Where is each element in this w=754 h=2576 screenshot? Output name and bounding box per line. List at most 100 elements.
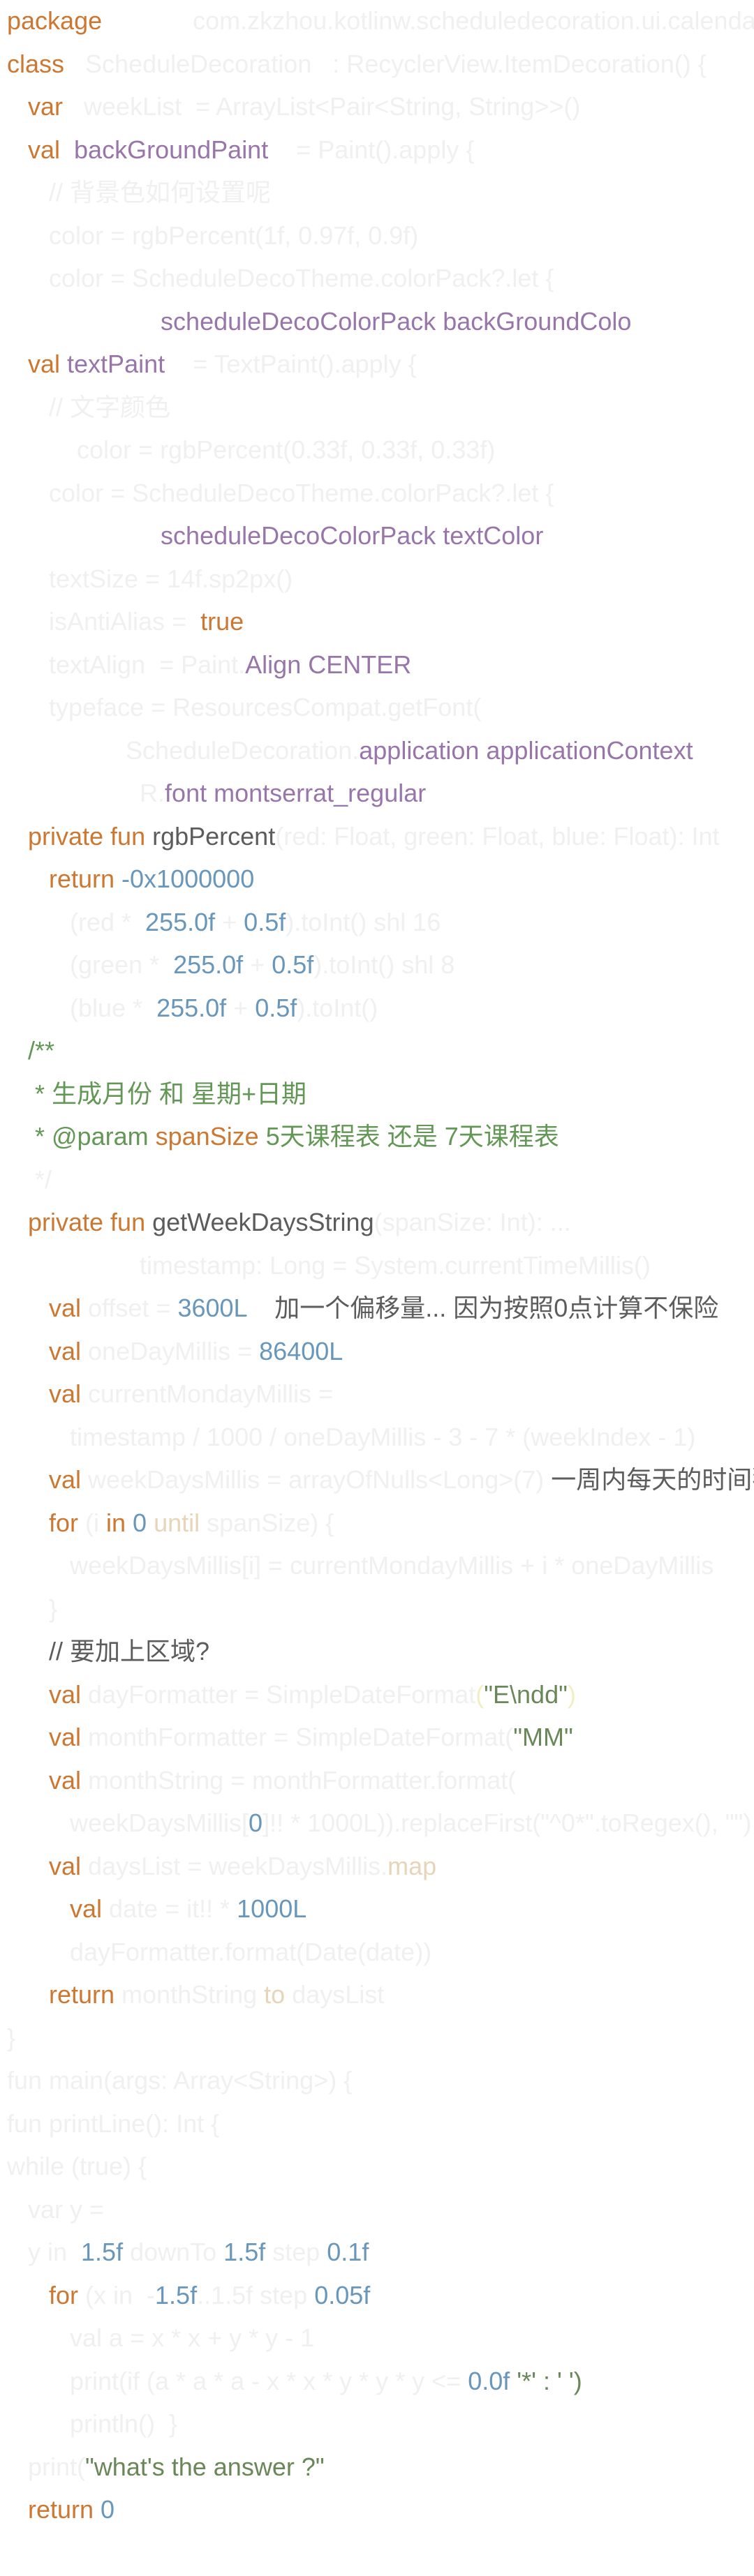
code-line: // 要加上区域? — [49, 1631, 209, 1672]
code-token: // 要加上区域? — [49, 1637, 210, 1665]
code-token: dayFormatter = SimpleDateFormat — [81, 1679, 476, 1709]
code-token: textPaint — [60, 350, 165, 378]
code-token: = TextPaint().apply { — [165, 350, 417, 378]
code-token: (red: Float, green: Float, blue: Float):… — [275, 821, 720, 851]
code-token: '*' : ' ') — [510, 2366, 582, 2395]
code-token: while (true) { — [7, 2152, 147, 2180]
code-token: until — [147, 1508, 200, 1537]
code-token: spanSize) { — [200, 1508, 334, 1537]
code-line: } — [49, 1588, 57, 1630]
code-line: val daysList = weekDaysMillis.map — [49, 1845, 436, 1887]
code-line: while (true) { — [7, 2146, 147, 2187]
code-line: textAlign = Paint.Align CENTER — [49, 644, 411, 686]
code-token: println() } — [70, 2409, 178, 2438]
code-line: color = rgbPercent(0.33f, 0.33f, 0.33f) — [49, 429, 495, 471]
code-line: return 0 — [28, 2489, 114, 2531]
code-token: textAlign = Paint. — [49, 650, 246, 679]
code-token: val — [49, 1336, 82, 1365]
code-token: offset = — [81, 1294, 178, 1322]
code-token: daysList = weekDaysMillis. — [81, 1851, 388, 1880]
code-line: val currentMondayMillis = — [49, 1373, 333, 1415]
code-line: scheduleDecoColorPack textColor — [7, 515, 543, 557]
code-token: 255.0f — [156, 993, 227, 1022]
code-token: weekDaysMillis = arrayOfNulls<Long>(7) — [81, 1465, 545, 1494]
code-line: private fun getWeekDaysString(spanSize: … — [28, 1201, 571, 1243]
code-token: 86400L — [259, 1336, 343, 1365]
code-token: ( — [475, 1679, 485, 1709]
code-token: map — [387, 1851, 437, 1880]
code-token: print(if (a * a * a - x * x * y * y * y … — [70, 2366, 468, 2395]
code-token: class — [7, 49, 65, 78]
code-line: color = ScheduleDecoTheme.colorPack?.let… — [49, 257, 554, 299]
code-line: val backGroundPaint = Paint().apply { — [28, 129, 474, 171]
code-line: return monthString to daysList — [49, 1974, 384, 2016]
code-line: (green * 255.0f + 0.5f).toInt() shl 8 — [70, 944, 454, 986]
code-line: val dayFormatter = SimpleDateFormat("E\n… — [49, 1674, 576, 1716]
code-line: val monthString = monthFormatter.format( — [49, 1760, 516, 1802]
code-line: y in 1.5f downTo 1.5f step 0.1f — [28, 2231, 369, 2273]
code-token: textSize = 14f.sp2px() — [49, 564, 293, 593]
code-token: dayFormatter.format(Date(date)) — [70, 1937, 432, 1966]
code-token: val — [70, 1894, 103, 1923]
code-token: var — [28, 92, 64, 121]
code-token: y in — [28, 2238, 82, 2266]
code-token: rgbPercent — [145, 821, 276, 851]
code-token: return — [49, 1980, 115, 2009]
code-token: monthString — [114, 1980, 265, 2009]
code-token: -0x1000000 — [114, 864, 255, 893]
code-token: Align CENTER — [245, 650, 412, 679]
code-token: scheduleDecoColorPack backGroundColo — [161, 306, 632, 336]
code-token: return — [28, 2495, 94, 2524]
code-token: scheduleDecoColorPack textColor — [161, 521, 544, 550]
code-token: font montserrat_regular — [165, 779, 427, 807]
code-token: val — [49, 1465, 82, 1494]
code-token: = Paint().apply { — [268, 135, 475, 164]
code-token: val — [49, 1294, 82, 1322]
code-token: color = rgbPercent(1f, 0.97f, 0.9f) — [49, 220, 419, 250]
code-token: 1.5f — [223, 2238, 266, 2266]
code-token: */ — [28, 1165, 52, 1194]
code-token: val a = x * x + y * y - 1 — [70, 2323, 315, 2352]
code-token: 0.0f — [468, 2366, 510, 2395]
code-token: step — [265, 2238, 327, 2266]
code-token: 0.5f — [255, 993, 297, 1022]
code-line: val weekDaysMillis = arrayOfNulls<Long>(… — [49, 1459, 754, 1501]
code-token: R. — [7, 779, 165, 807]
code-token: ScheduleDecoration : RecyclerView.ItemDe… — [64, 49, 707, 78]
code-token: (spanSize: Int): ... — [374, 1208, 571, 1236]
code-line: private fun rgbPercent(red: Float, green… — [28, 816, 720, 858]
code-token: 一周内每天的时间戳 — [544, 1465, 754, 1494]
code-token: spanSize — [148, 1122, 259, 1151]
code-token: /** — [28, 1036, 55, 1065]
code-token: to — [264, 1980, 286, 2009]
code-line: package com.zkzhou.kotlinw.scheduledecor… — [7, 0, 754, 42]
code-line: print(if (a * a * a - x * x * y * y * y … — [70, 2360, 582, 2402]
code-line: /** — [28, 1030, 54, 1072]
code-line: for (i in 0 until spanSize) { — [49, 1502, 334, 1544]
code-line: weekDaysMillis[i] = currentMondayMillis … — [70, 1545, 714, 1587]
code-token: 0.5f — [272, 950, 314, 979]
code-token: 1.5f — [155, 2280, 198, 2309]
code-token: in — [106, 1508, 126, 1537]
code-line: R.font montserrat_regular — [7, 772, 426, 814]
code-editor: package com.zkzhou.kotlinw.scheduledecor… — [0, 0, 754, 2576]
code-line: timestamp / 1000 / oneDayMillis - 3 - 7 … — [70, 1416, 695, 1458]
code-token: color = rgbPercent(0.33f, 0.33f, 0.33f) — [49, 435, 496, 464]
code-token: date = it!! * — [102, 1894, 237, 1923]
code-line: timestamp: Long = System.currentTimeMill… — [7, 1245, 651, 1287]
code-line: // 背景色如何设置呢 — [49, 172, 271, 214]
code-token: currentMondayMillis = — [81, 1379, 334, 1408]
code-token: typeface = ResourcesCompat.getFont( — [49, 693, 482, 721]
code-token: "what's the answer ?" — [85, 2452, 325, 2481]
code-token: // 背景色如何设置呢 — [49, 178, 272, 207]
code-token: } — [49, 1594, 58, 1623]
code-token: ).toInt() — [297, 993, 378, 1022]
code-token: val — [49, 1765, 82, 1795]
code-token: monthString = monthFormatter.format( — [81, 1765, 517, 1795]
code-token: // 文字颜色 — [49, 392, 171, 421]
code-token: weekDaysMillis[ — [70, 1809, 249, 1837]
code-token: print( — [28, 2452, 86, 2481]
code-token: + — [215, 907, 244, 936]
